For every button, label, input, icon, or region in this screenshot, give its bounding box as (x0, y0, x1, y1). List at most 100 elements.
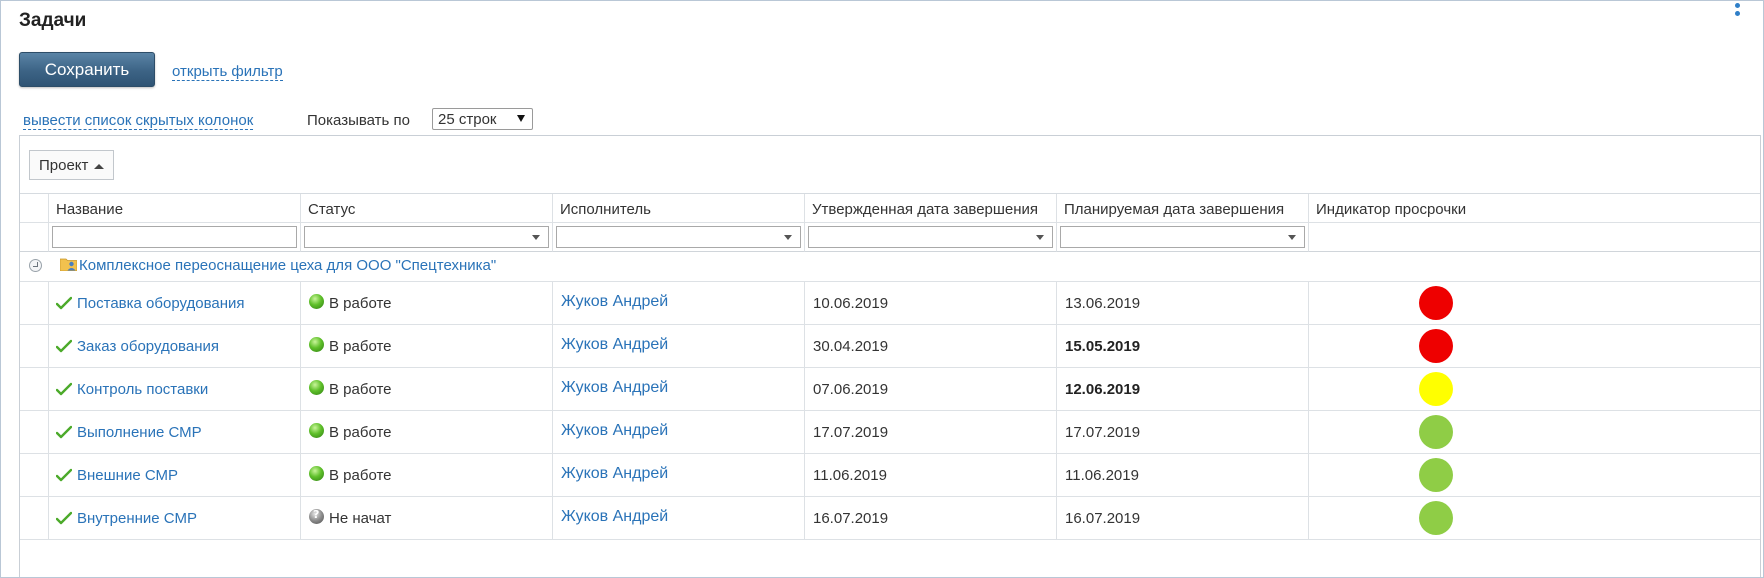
cell-overdue-indicator (1309, 368, 1760, 411)
cell-assignee: Жуков Андрей (553, 454, 805, 497)
project-group-link[interactable]: Комплексное переоснащение цеха для ООО "… (79, 257, 496, 274)
open-filter-link[interactable]: открыть фильтр (172, 63, 283, 81)
filter-assignee-select[interactable] (556, 226, 801, 248)
approved-date: 16.07.2019 (813, 510, 889, 527)
cell-overdue-indicator (1309, 325, 1760, 368)
filter-cell-assignee (553, 223, 805, 252)
status-in-progress-icon (309, 423, 324, 438)
task-name-link[interactable]: Внутренние СМР (77, 510, 197, 527)
filter-approved-date-select[interactable] (808, 226, 1053, 248)
dropdown-arrow-icon (1036, 235, 1044, 240)
column-header-overdue-indicator[interactable]: Индикатор просрочки (1309, 194, 1760, 223)
filter-planned-date-select[interactable] (1060, 226, 1305, 248)
rows-per-page-value: 25 строк (438, 111, 497, 128)
overdue-indicator-red (1419, 286, 1453, 320)
table-row: Заказ оборудования В работе Жуков Андрей 30… (20, 325, 1760, 368)
status-in-progress-icon (309, 294, 324, 309)
save-button[interactable]: Сохранить (19, 52, 155, 87)
cell-assignee: Жуков Андрей (553, 368, 805, 411)
task-check-icon (56, 468, 72, 482)
cell-status: Не начат (301, 497, 553, 540)
assignee-link[interactable]: Жуков Андрей (561, 465, 668, 483)
task-check-icon (56, 511, 72, 525)
row-indent (20, 497, 49, 540)
task-check-icon (56, 425, 72, 439)
dropdown-arrow-icon (532, 235, 540, 240)
status-label: В работе (329, 467, 392, 484)
approved-date: 30.04.2019 (813, 338, 889, 355)
cell-status: В работе (301, 411, 553, 454)
cell-assignee: Жуков Андрей (553, 282, 805, 325)
assignee-link[interactable]: Жуков Андрей (561, 422, 668, 440)
filter-cell-indicator (1309, 223, 1760, 252)
cell-name: Контроль поставки (49, 368, 301, 411)
task-name-link[interactable]: Заказ оборудования (77, 338, 219, 355)
column-header-name[interactable]: Название (49, 194, 301, 223)
filter-cell-name (49, 223, 301, 252)
cell-name: Внутренние СМР (49, 497, 301, 540)
cell-overdue-indicator (1309, 282, 1760, 325)
approved-date: 11.06.2019 (813, 467, 887, 484)
tasks-window: Задачи Сохранить открыть фильтр вывести … (0, 0, 1764, 578)
assignee-link[interactable]: Жуков Андрей (561, 379, 668, 397)
grouping-bar: Проект (20, 136, 1760, 194)
table-row: Внутренние СМР Не начат Жуков Андрей 16.07.… (20, 497, 1760, 540)
page-title: Задачи (19, 10, 87, 31)
group-row: Комплексное переоснащение цеха для ООО "… (20, 252, 1760, 282)
cell-approved-date: 07.06.2019 (805, 368, 1057, 411)
planned-date: 12.06.2019 (1065, 381, 1141, 398)
cell-name: Поставка оборудования (49, 282, 301, 325)
tasks-grid: Проект Название Статус Исполнитель Утвер… (19, 135, 1761, 577)
status-label: В работе (329, 295, 392, 312)
cell-approved-date: 16.07.2019 (805, 497, 1057, 540)
cell-assignee: Жуков Андрей (553, 497, 805, 540)
row-indent (20, 325, 49, 368)
dropdown-arrow-icon (517, 115, 525, 122)
task-check-icon (56, 296, 72, 310)
planned-date: 17.07.2019 (1065, 424, 1141, 441)
column-header-status[interactable]: Статус (301, 194, 553, 223)
task-check-icon (56, 339, 72, 353)
filter-cell-approved-date (805, 223, 1057, 252)
dropdown-arrow-icon (1288, 235, 1296, 240)
assignee-link[interactable]: Жуков Андрей (561, 336, 668, 354)
expand-collapse-icon[interactable] (29, 259, 42, 272)
filter-status-select[interactable] (304, 226, 549, 248)
status-label: В работе (329, 424, 392, 441)
group-chip-label: Проект (39, 157, 89, 174)
group-chip-project[interactable]: Проект (29, 150, 114, 180)
hidden-columns-link[interactable]: вывести список скрытых колонок (23, 112, 254, 130)
cell-planned-date: 16.07.2019 (1057, 497, 1309, 540)
column-header-planned-date[interactable]: Планируемая дата завершения (1057, 194, 1309, 223)
cell-overdue-indicator (1309, 497, 1760, 540)
assignee-link[interactable]: Жуков Андрей (561, 508, 668, 526)
column-header-approved-date[interactable]: Утвержденная дата завершения (805, 194, 1057, 223)
dropdown-arrow-icon (784, 235, 792, 240)
overdue-indicator-red (1419, 329, 1453, 363)
planned-date: 16.07.2019 (1065, 510, 1141, 527)
filter-name-input[interactable] (52, 226, 297, 248)
overdue-indicator-green (1419, 415, 1453, 449)
cell-approved-date: 17.07.2019 (805, 411, 1057, 454)
task-name-link[interactable]: Выполнение СМР (77, 424, 202, 441)
filter-cell-status (301, 223, 553, 252)
rows-per-page-label: Показывать по (307, 112, 410, 129)
task-name-link[interactable]: Контроль поставки (77, 381, 208, 398)
more-options-icon[interactable] (1735, 3, 1741, 19)
header-indent (20, 194, 49, 223)
project-folder-icon (60, 258, 77, 271)
assignee-link[interactable]: Жуков Андрей (561, 293, 668, 311)
status-in-progress-icon (309, 466, 324, 481)
status-in-progress-icon (309, 380, 324, 395)
planned-date: 15.05.2019 (1065, 338, 1141, 355)
row-indent (20, 411, 49, 454)
approved-date: 17.07.2019 (813, 424, 889, 441)
status-label: В работе (329, 338, 392, 355)
cell-planned-date: 13.06.2019 (1057, 282, 1309, 325)
cell-status: В работе (301, 454, 553, 497)
rows-per-page-select[interactable]: 25 строк (432, 108, 533, 130)
planned-date: 13.06.2019 (1065, 295, 1141, 312)
task-name-link[interactable]: Поставка оборудования (77, 295, 245, 312)
task-name-link[interactable]: Внешние СМР (77, 467, 178, 484)
column-header-assignee[interactable]: Исполнитель (553, 194, 805, 223)
